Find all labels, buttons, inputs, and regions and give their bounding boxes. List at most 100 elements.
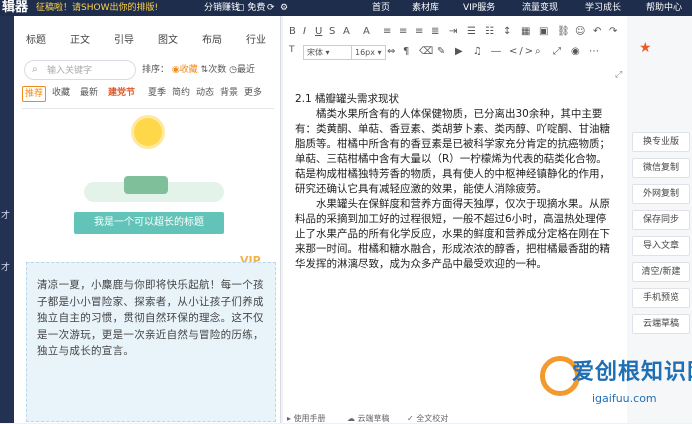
cloud-draft-button[interactable]: 云端草稿 <box>632 314 690 334</box>
tab-industry[interactable]: 行业 <box>246 31 266 46</box>
tab-body[interactable]: 正文 <box>70 31 90 46</box>
save-sync-button[interactable]: 保存同步 <box>632 210 690 230</box>
align-right-icon[interactable]: ≡ <box>415 26 423 37</box>
settings-icon[interactable]: ⚙ <box>280 0 288 16</box>
highlight-icon[interactable]: A <box>363 26 370 37</box>
letter-spacing-icon[interactable]: ⇔ <box>387 46 397 57</box>
ordered-list-icon[interactable]: ☷ <box>485 26 494 37</box>
watermark-url: igaifuu.com <box>592 392 657 405</box>
watermark-logo: 爱创根知识网 igaifuu.com <box>530 350 692 420</box>
sun-illustration <box>134 118 162 146</box>
subtab-latest[interactable]: 最新 <box>80 86 98 100</box>
preview-icon[interactable]: ◉ <box>571 46 582 57</box>
subtab-recommend[interactable]: 推荐 <box>22 86 47 102</box>
search-input[interactable]: 输入关键字 <box>47 63 92 76</box>
font-color-icon[interactable]: A <box>343 26 350 37</box>
undo-icon[interactable]: ↶ <box>593 26 601 37</box>
promo-slogan[interactable]: 征稿啦！请SHOW出你的排版! <box>36 0 158 16</box>
table-icon[interactable]: ▦ <box>521 26 530 37</box>
format-toolbar: B I U S A A ≡ ≡ ≡ ≣ ⇥ ☰ ☷ ↕ ▦ ▣ ⛓ ☺ ↶ ↷ <box>283 26 627 42</box>
emoji-icon[interactable]: ☺ <box>575 26 585 37</box>
clear-new-button[interactable]: 清空/新建 <box>632 262 690 282</box>
sort-options: 排序： ◉收藏 ⇅次数 ◷最近 <box>142 62 255 75</box>
tab-guide[interactable]: 引导 <box>114 31 134 46</box>
redo-icon[interactable]: ↷ <box>609 26 617 37</box>
nav-vip[interactable]: VIP服务 <box>463 0 495 16</box>
earn-link[interactable]: 分销赚钱 <box>204 0 240 16</box>
fullscreen-icon[interactable]: ⤢ <box>553 46 563 57</box>
cloud-draft-link[interactable]: ☁ 云端草稿 <box>347 413 390 424</box>
nav-home[interactable]: 首页 <box>372 0 390 16</box>
doc-paragraph: 水果罐头在保鲜度和营养方面得天独厚，仅次于现摘水果。从原料品的采摘到加工好的过程… <box>295 198 610 270</box>
nav-help[interactable]: 帮助中心 <box>646 0 682 16</box>
link-icon[interactable]: ⛓ <box>557 26 570 37</box>
subtab-simple[interactable]: 简约 <box>172 86 190 100</box>
sort-favorites[interactable]: ◉收藏 <box>172 65 198 75</box>
bus-illustration <box>124 176 168 194</box>
line-height-icon[interactable]: ↕ <box>503 26 511 37</box>
nav-learn[interactable]: 学习成长 <box>585 0 621 16</box>
justify-icon[interactable]: ≣ <box>431 26 439 37</box>
left-edge-label[interactable]: 才 <box>1 260 10 273</box>
clear-format-icon[interactable]: ⌫ <box>419 46 435 57</box>
wechat-copy-button[interactable]: 微信复制 <box>632 158 690 178</box>
audio-icon[interactable]: ♫ <box>473 46 484 57</box>
indent-icon[interactable]: ⇥ <box>449 26 457 37</box>
switch-pro-button[interactable]: 换专业版 <box>632 132 690 152</box>
divider <box>22 108 274 109</box>
sort-latest[interactable]: ◷最近 <box>229 65 255 75</box>
subtab-more[interactable]: 更多 <box>244 86 262 100</box>
align-left-icon[interactable]: ≡ <box>383 26 391 37</box>
sort-label: 排序： <box>142 65 170 75</box>
expand-icon[interactable]: ⤢ <box>615 70 622 80</box>
free-label: 免费 <box>247 3 266 13</box>
subtab-summer[interactable]: 夏季 <box>148 86 166 100</box>
refresh-icon[interactable]: ⟳ <box>267 0 275 16</box>
more-icon[interactable]: ⋯ <box>589 46 601 57</box>
bold-icon[interactable]: B <box>289 26 296 37</box>
strike-icon[interactable]: S <box>329 26 335 37</box>
video-icon[interactable]: ▶ <box>455 46 465 57</box>
external-copy-button[interactable]: 外网复制 <box>632 184 690 204</box>
subtabs: 推荐 收藏 最新 建党节 夏季 简约 动态 背景 更多 <box>22 86 278 102</box>
subtab-dynamic[interactable]: 动态 <box>196 86 214 100</box>
tab-title[interactable]: 标题 <box>26 31 46 46</box>
format-painter-icon[interactable]: ✎ <box>437 46 447 57</box>
manual-link[interactable]: ▸ 使用手册 <box>287 413 326 424</box>
subtab-background[interactable]: 背景 <box>220 86 238 100</box>
image-icon[interactable]: ▣ <box>539 26 548 37</box>
doc-heading: 2.1 橘瓣罐头需求现状 <box>295 93 400 105</box>
top-bar: 辑器 征稿啦！请SHOW出你的排版! 分销赚钱 ▢ 免费 ⟳ ⚙ 首页 素材库 … <box>0 0 692 16</box>
underline-icon[interactable]: U <box>315 26 322 37</box>
watermark-text: 爱创根知识网 <box>572 360 692 385</box>
app-brand: 辑器 <box>2 0 29 15</box>
template-card-text[interactable]: 清凉一夏，小麋鹿与你即将快乐起航！每一个孩子都是小小冒险家、探索者，从小让孩子们… <box>26 262 276 422</box>
font-family-select[interactable]: 宋体 ▾ <box>303 45 352 60</box>
subtab-party-day[interactable]: 建党节 <box>108 86 135 100</box>
divider-icon[interactable]: ― <box>491 46 503 57</box>
template-panel: 标题 正文 引导 图文 布局 行业 ⌕ 输入关键字 排序： ◉收藏 ⇅次数 ◷最… <box>14 16 281 423</box>
heading-select-icon[interactable]: T <box>289 45 295 55</box>
sort-count[interactable]: ⇅次数 <box>201 65 227 75</box>
tab-image-text[interactable]: 图文 <box>158 31 178 46</box>
document-body[interactable]: 2.1 橘瓣罐头需求现状 橘类水果所含有的人体保健物质，已分离出30余种，其中主… <box>295 92 615 272</box>
font-size-select[interactable]: 16px ▾ <box>351 45 386 60</box>
mobile-preview-button[interactable]: 手机预览 <box>632 288 690 308</box>
left-edge-label[interactable]: 才 <box>1 208 10 221</box>
template-banner-title: 我是一个可以超长的标题 <box>74 212 224 234</box>
import-article-button[interactable]: 导入文章 <box>632 236 690 256</box>
proofread-link[interactable]: ✓ 全文校对 <box>407 413 448 424</box>
find-icon[interactable]: ⌕ <box>535 46 543 57</box>
list-icon[interactable]: ☰ <box>467 26 476 37</box>
nav-materials[interactable]: 素材库 <box>412 0 439 16</box>
code-icon[interactable]: </> <box>509 46 535 57</box>
italic-icon[interactable]: I <box>303 26 306 37</box>
tab-layout[interactable]: 布局 <box>202 31 222 46</box>
align-center-icon[interactable]: ≡ <box>399 26 407 37</box>
subtab-favorites[interactable]: 收藏 <box>52 86 70 100</box>
nav-monetize[interactable]: 流量变现 <box>522 0 558 16</box>
paragraph-spacing-icon[interactable]: ¶ <box>403 46 411 57</box>
search-box[interactable]: ⌕ 输入关键字 <box>24 60 136 80</box>
template-card-title[interactable]: 我是一个可以超长的标题 <box>24 112 276 260</box>
free-checkbox[interactable]: ▢ 免费 <box>236 0 265 16</box>
